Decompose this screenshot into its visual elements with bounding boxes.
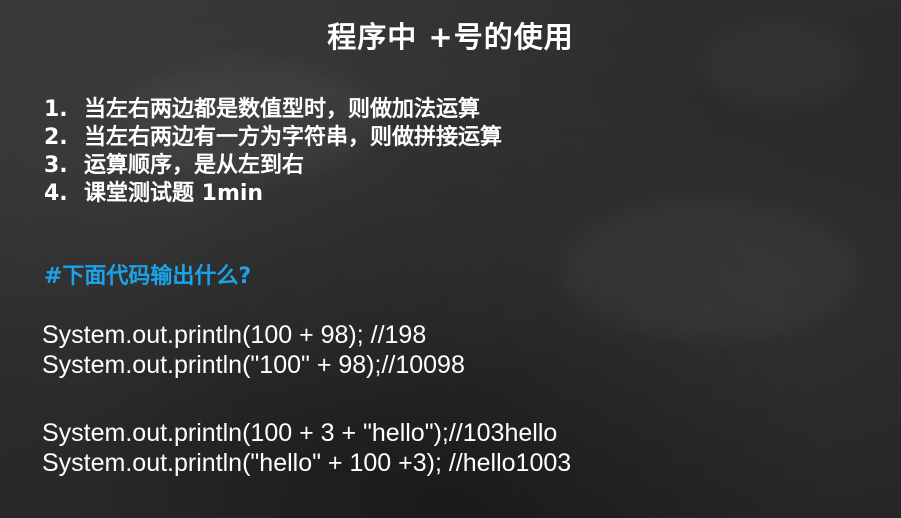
code-line: System.out.println("100" + 98);//10098 <box>42 351 465 379</box>
code-block-numeric: System.out.println(100 + 98); //198 Syst… <box>42 320 465 380</box>
rule-item: 1. 当左右两边都是数值型时，则做加法运算 <box>44 96 502 124</box>
rule-number: 4. <box>44 181 68 206</box>
chalk-smudge <box>560 200 860 340</box>
rule-text: 课堂测试题 1min <box>84 181 264 206</box>
code-line: System.out.println(100 + 3 + "hello");//… <box>42 419 558 447</box>
rule-item: 3. 运算顺序，是从左到右 <box>44 152 502 180</box>
rule-text: 运算顺序，是从左到右 <box>84 153 305 178</box>
rule-item: 4. 课堂测试题 1min <box>44 180 502 208</box>
rule-number: 2. <box>44 125 68 150</box>
rule-number: 3. <box>44 153 68 178</box>
question-heading: #下面代码输出什么? <box>44 264 252 289</box>
slide: 程序中 +号的使用 1. 当左右两边都是数值型时，则做加法运算 2. 当左右两边… <box>0 0 901 518</box>
rules-list: 1. 当左右两边都是数值型时，则做加法运算 2. 当左右两边有一方为字符串，则做… <box>44 96 502 208</box>
rule-text: 当左右两边有一方为字符串，则做拼接运算 <box>84 125 503 150</box>
code-line: System.out.println(100 + 98); //198 <box>42 321 427 349</box>
rule-number: 1. <box>44 97 68 122</box>
slide-title: 程序中 +号的使用 <box>327 20 574 54</box>
rule-text: 当左右两边都是数值型时，则做加法运算 <box>84 97 481 122</box>
code-line: System.out.println("hello" + 100 +3); //… <box>42 449 572 477</box>
code-block-concat: System.out.println(100 + 3 + "hello");//… <box>42 418 571 478</box>
rule-item: 2. 当左右两边有一方为字符串，则做拼接运算 <box>44 124 502 152</box>
